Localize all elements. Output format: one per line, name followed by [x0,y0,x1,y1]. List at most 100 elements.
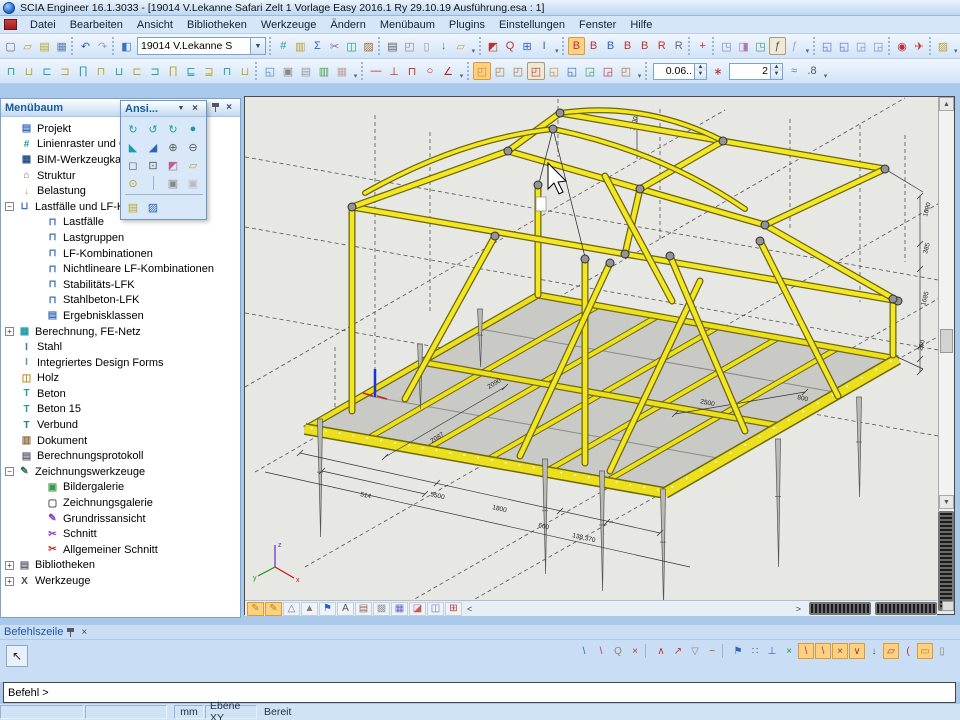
menu-item-werkzeuge[interactable]: Werkzeuge [254,18,323,32]
free-bar-icon[interactable]: ⊔ [236,62,254,80]
target-icon[interactable]: + [694,37,711,55]
scroll-down-icon[interactable]: ▼ [939,495,954,509]
tree-item[interactable]: ✂Allgemeiner Schnitt [1,542,240,558]
open-project-icon[interactable]: ▱ [19,37,36,55]
cross-green-icon[interactable]: × [781,643,797,659]
layer-view-2-icon[interactable]: ◰ [491,62,509,80]
model-3d-view[interactable]: 1090385168526055001800600138,37051420872… [245,97,954,614]
overflow-chevron-icon[interactable]: ▾ [553,37,561,55]
zoom-all-icon[interactable]: ⊡ [143,156,163,174]
paste-4-icon[interactable]: ▦ [333,62,351,80]
tree-item[interactable]: +▤Bibliotheken [1,558,240,574]
section-icon[interactable]: ▨ [360,37,377,55]
snap-intersection-icon[interactable]: × [832,643,848,659]
pan-slider-1[interactable] [809,602,871,615]
snap-select-icon[interactable]: ▽ [687,643,703,659]
redo-icon[interactable]: ↷ [94,37,111,55]
tile-icon[interactable]: ◱ [836,37,853,55]
pan-slider-2[interactable] [875,602,937,615]
load-case-1-icon[interactable]: B [568,37,585,55]
rotate-view-2-icon[interactable]: ↺ [143,120,163,138]
rotate-view-3-icon[interactable]: ↻ [163,120,183,138]
mesh-icon[interactable]: ⊞ [519,37,536,55]
spinner-up-icon[interactable]: ▲ [695,64,706,72]
overflow-chevron-icon[interactable]: ▾ [635,62,644,80]
scrollbar-thumb[interactable] [940,329,953,353]
stamp-icon[interactable]: ▤ [355,602,372,616]
load-case-5-icon[interactable]: B [636,37,653,55]
draw-angle-icon[interactable]: ∠ [439,62,457,80]
cut-icon[interactable]: ✂ [326,37,343,55]
pointer-tool-button[interactable]: ↖ [6,645,28,667]
picture-icon[interactable]: ▨ [143,198,163,216]
cursor-line-icon[interactable]: \ [576,643,592,659]
tree-item[interactable]: ▢Zeichnungsgalerie [1,495,240,511]
snap-curve-icon[interactable]: ~ [704,643,720,659]
calculation-icon[interactable]: Σ [309,37,326,55]
snap-delete-icon[interactable]: × [627,643,643,659]
catalog-block-icon[interactable]: ⊓ [218,62,236,80]
snap-tangent-icon[interactable]: ↓ [866,643,882,659]
layer-view-1-icon[interactable]: ◰ [473,62,491,80]
zoom-selection-icon[interactable]: ◩ [163,156,183,174]
tree-item[interactable]: TBeton 15 [1,402,240,418]
project-selector-combo[interactable]: 19014 V.Lekanne S▼ [137,37,266,55]
load-case-3-icon[interactable]: B [602,37,619,55]
tree-item[interactable]: ⊓Stabilitäts-LFK [1,277,240,293]
print-area-icon[interactable]: ▱ [183,156,203,174]
close-icon[interactable]: × [222,101,236,114]
expand-icon[interactable]: + [5,327,14,336]
spinner-up-icon[interactable]: ▲ [771,64,782,72]
subregion-icon[interactable]: ∏ [164,62,182,80]
tree-item[interactable]: TVerbund [1,417,240,433]
menu-item-plugins[interactable]: Plugins [442,18,492,32]
view-point-icon[interactable]: △ [283,602,300,616]
collapse-icon[interactable]: − [5,202,14,211]
scroll-right-icon[interactable]: > [792,604,805,614]
grid-display-icon[interactable]: ⊞ [445,602,462,616]
snap-peak-icon[interactable]: ∧ [653,643,669,659]
tree-item[interactable]: ⊓Stahlbeton-LFK [1,293,240,309]
chevron-down-icon[interactable]: ▼ [174,102,188,115]
tree-item[interactable]: +XWerkzeuge [1,573,240,589]
tree-item[interactable]: ▤Ergebnisklassen [1,308,240,324]
close-icon[interactable]: × [77,626,91,639]
tree-item[interactable]: ▣Bildergalerie [1,480,240,496]
zoom-in-icon[interactable]: ⊕ [163,138,183,156]
snap-endpoint-icon[interactable]: \ [798,643,814,659]
flag-display-icon[interactable]: ⚑ [319,602,336,616]
window-2-icon[interactable]: ◫ [427,602,444,616]
export-icon[interactable]: ↓ [435,37,452,55]
tree-item[interactable]: IStahl [1,339,240,355]
render-wire-icon[interactable]: ✎ [247,602,264,616]
scroll-left-icon[interactable]: < [463,604,476,614]
print-icon[interactable]: ▤ [384,37,401,55]
plate-icon[interactable]: ∏ [74,62,92,80]
tree-item[interactable]: +▦Berechnung, FE-Netz [1,324,240,340]
project-window-icon[interactable]: ◧ [118,37,135,55]
menu-item-datei[interactable]: Datei [23,18,63,32]
collapse-icon[interactable]: − [5,467,14,476]
fx-off-icon[interactable]: ƒ [786,37,803,55]
tree-item[interactable]: ⊓Lastgruppen [1,230,240,246]
render-solid-icon[interactable]: ✎ [265,602,282,616]
expand-icon[interactable]: + [5,577,14,586]
axonometric-view-icon[interactable]: ◣ [123,138,143,156]
arrange-2-icon[interactable]: ◲ [870,37,887,55]
menu-item-hilfe[interactable]: Hilfe [623,18,659,32]
overflow-chevron-icon[interactable]: ▾ [821,62,830,80]
table-icon[interactable]: ≈ [785,62,803,80]
count-spinner[interactable]: 2▲▼ [729,63,783,80]
undo-icon[interactable]: ↶ [77,37,94,55]
chevron-down-icon[interactable]: ▼ [250,38,265,54]
member-icon[interactable]: ◫ [343,37,360,55]
view-window-1-icon[interactable]: ◳ [718,37,735,55]
eye-icon[interactable]: ◉ [894,37,911,55]
scroll-up-icon[interactable]: ▲ [939,97,954,111]
menu-item-fenster[interactable]: Fenster [572,18,623,32]
draw-line-icon[interactable]: — [367,62,385,80]
model-viewport[interactable]: 1090385168526055001800600138,37051420872… [244,96,955,615]
tree-item[interactable]: ◫Holz [1,371,240,387]
internal-node-icon[interactable]: ⊒ [200,62,218,80]
window-add-icon[interactable]: ◪ [409,602,426,616]
